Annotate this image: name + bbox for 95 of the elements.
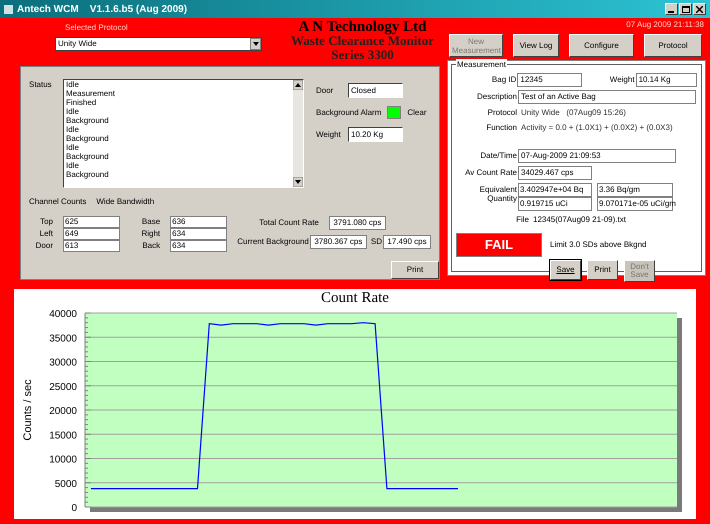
- close-icon: [696, 6, 703, 12]
- print-button[interactable]: Print: [391, 261, 439, 279]
- maximize-icon: [682, 6, 690, 12]
- field-label: Left: [38, 228, 54, 240]
- axis-tick-label: 10000: [49, 454, 77, 466]
- header-subtitle: Series 3300: [331, 48, 394, 62]
- channel-count-field[interactable]: 625: [63, 216, 120, 228]
- bag-id-field[interactable]: 12345: [517, 73, 582, 87]
- field-label: File: [515, 214, 530, 226]
- channel-count-field[interactable]: 634: [170, 228, 228, 240]
- close-button[interactable]: [693, 3, 706, 15]
- field-label: Function: [485, 122, 518, 134]
- field-label: Status: [29, 79, 53, 91]
- minimize-button[interactable]: [665, 3, 678, 15]
- field-label: Protocol: [486, 107, 518, 119]
- channel-count-field[interactable]: 634: [170, 240, 228, 252]
- action-button[interactable]: Print: [587, 260, 618, 280]
- toolbar-button[interactable]: View Log: [513, 34, 559, 57]
- axis-tick-label: 25000: [49, 382, 77, 393]
- axis-tick-label: 30000: [49, 358, 77, 368]
- list-item[interactable]: Background: [66, 134, 293, 143]
- scroll-down-icon[interactable]: [293, 177, 303, 187]
- header-subtitle: Waste Clearance Monitor: [291, 34, 434, 48]
- background-field[interactable]: 3780.367 cps: [310, 235, 367, 249]
- channel-count-field[interactable]: 613: [63, 240, 120, 252]
- field-label: Current Background: [237, 236, 309, 248]
- field-label: Back: [141, 240, 162, 252]
- field-label: Date/Time: [479, 150, 518, 162]
- company-name: A N Technology Ltd: [298, 20, 426, 34]
- toolbar-button[interactable]: Configure: [569, 34, 634, 57]
- field-label: Bag ID: [490, 74, 518, 86]
- scroll-up-icon[interactable]: [293, 80, 303, 90]
- list-item[interactable]: Idle: [66, 161, 293, 170]
- field-label: Top: [39, 216, 54, 228]
- description-field[interactable]: Test of an Active Bag: [518, 90, 696, 104]
- field-label: Total Count Rate: [259, 217, 319, 229]
- list-item[interactable]: Background: [66, 170, 293, 179]
- field-label: Description: [476, 91, 518, 103]
- field-label: Door: [34, 240, 54, 252]
- axis-tick-label: 40000: [49, 309, 77, 320]
- axis-tick-label: 35000: [49, 333, 77, 344]
- channel-count-field[interactable]: 649: [63, 228, 120, 240]
- status-list[interactable]: Idle Measurement Finished Idle Background Idle Background Idle Background Idle Background: [63, 79, 304, 188]
- file-name: 12345(07Aug09 21-09).txt: [532, 214, 626, 226]
- total-count-field[interactable]: 3791.080 cps: [328, 216, 386, 230]
- field-label: Background Alarm: [316, 106, 382, 118]
- sd-field[interactable]: 17.490 cps: [383, 235, 431, 249]
- axis-tick-label: 0: [71, 503, 77, 514]
- list-item[interactable]: Idle: [66, 125, 293, 134]
- weight-field[interactable]: 10.14 Kg: [636, 73, 697, 87]
- axis-title: Counts / sec: [22, 379, 34, 441]
- date-time: 07 Aug 2009 21:11:38: [626, 19, 704, 31]
- field-label: Base: [140, 216, 162, 228]
- function-text: Activity = 0.0 + (1.0X1) + (0.0X2) + (0.0X3): [520, 122, 673, 134]
- field-label: SD: [370, 236, 382, 248]
- scrollbar[interactable]: [293, 80, 303, 187]
- count-rate-field[interactable]: 34029.467 cps: [518, 166, 592, 180]
- section-label: Channel Counts: [29, 196, 86, 208]
- action-button[interactable]: Save: [550, 260, 581, 280]
- weight-field[interactable]: 10.20 Kg: [348, 127, 403, 142]
- app-icon: [4, 4, 13, 14]
- axis-tick-label: 20000: [49, 406, 77, 417]
- limit-text: Limit 3.0 SDs above Bkgnd: [550, 239, 646, 251]
- field-label: Right: [140, 228, 162, 240]
- list-item[interactable]: Background: [66, 152, 293, 161]
- channel-count-field[interactable]: 636: [170, 216, 228, 228]
- quantity-field[interactable]: 3.36 Bq/gm: [597, 183, 673, 197]
- list-item[interactable]: Idle: [66, 143, 293, 152]
- list-item[interactable]: Finished: [66, 98, 293, 107]
- field-label: Door: [316, 84, 334, 96]
- quantity-field[interactable]: 9.070171e-05 uCi/gm: [597, 197, 673, 211]
- result-indicator: FAIL: [456, 233, 542, 257]
- maximize-button[interactable]: [679, 3, 692, 15]
- section-label: Wide Bandwidth: [96, 196, 154, 208]
- date-time-field[interactable]: 07-Aug-2009 21:09:53: [518, 149, 676, 163]
- toolbar-button[interactable]: Protocol: [644, 34, 702, 57]
- field-label: Weight: [610, 74, 635, 86]
- protocol-dropdown[interactable]: Unity Wide: [55, 37, 262, 51]
- list-item[interactable]: Background: [66, 116, 293, 125]
- field-label: Weight: [316, 128, 342, 140]
- chart-title: Count Rate: [321, 289, 389, 307]
- status-text: Clear: [407, 106, 426, 118]
- axis-tick-label: 5000: [54, 478, 77, 490]
- door-field[interactable]: Closed: [348, 83, 403, 98]
- quantity-field[interactable]: 3.402947e+04 Bq: [518, 183, 592, 197]
- field-label: Av Count Rate: [464, 167, 518, 179]
- protocol-text: Unity Wide (07Aug09 15:26): [520, 107, 626, 119]
- list-item[interactable]: Measurement: [66, 89, 293, 98]
- list-item[interactable]: Idle: [66, 107, 293, 116]
- field-label: Equivalent Quantity: [478, 184, 518, 205]
- axis-tick-label: 15000: [49, 430, 77, 442]
- field-label: Selected Protocol: [64, 22, 129, 34]
- window-title: Antech WCM V1.1.6.b5 (Aug 2009): [17, 2, 188, 16]
- quantity-field[interactable]: 0.919715 uCi: [518, 197, 592, 211]
- list-item[interactable]: Idle: [66, 80, 293, 89]
